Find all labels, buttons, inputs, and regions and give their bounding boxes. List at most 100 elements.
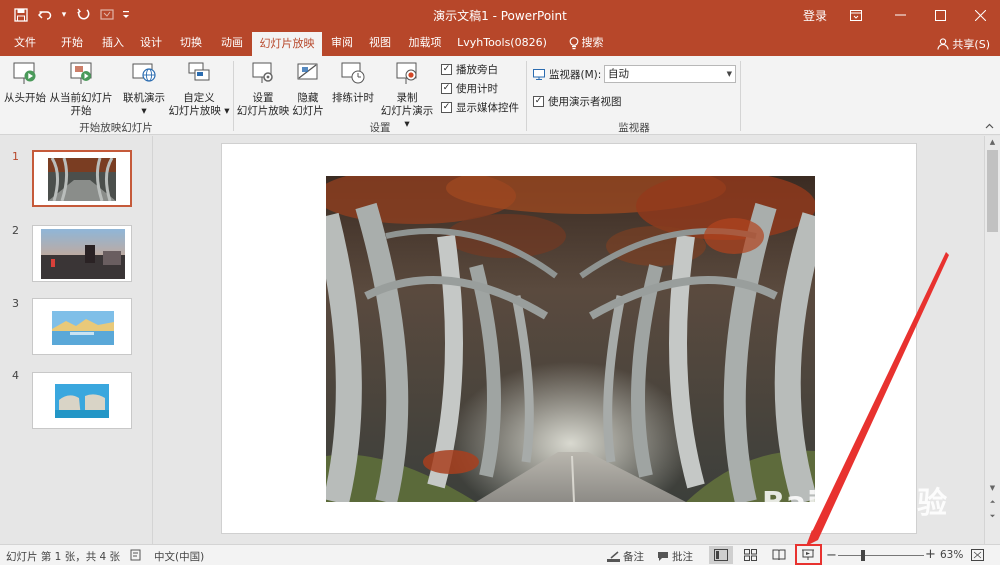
tab-animations[interactable]: 动画 [212,30,252,56]
slide-thumbnail-1[interactable] [32,150,132,207]
ribbon-separator [526,61,527,131]
from-beginning-button[interactable]: 从头开始 [2,60,48,105]
slideshow-view-icon[interactable] [796,546,820,564]
monitor-select[interactable]: 自动 ▼ [604,65,736,83]
tab-lvyhtools[interactable]: LvyhTools(0826) [452,30,552,56]
watermark-brand: Bai du 经验 [762,486,949,521]
current-slide-canvas[interactable] [221,143,917,534]
tab-review[interactable]: 审阅 [326,30,358,56]
tab-slide-show[interactable]: 幻灯片放映 [252,32,322,56]
play-narration-label: 播放旁白 [456,64,498,76]
comment-icon [658,552,668,561]
online-present-label-1: 联机演示 [123,92,165,104]
fit-to-window-icon[interactable] [971,549,984,561]
slide-thumbnail-2[interactable] [32,225,132,282]
zoom-slider-track[interactable] [838,555,924,556]
group-setup-label: 设置 [369,122,391,134]
previous-slide-icon[interactable]: ⏶ [985,498,1000,507]
spell-check-icon[interactable] [130,549,142,561]
chevron-down-icon: ▼ [726,70,732,78]
slide-number: 4 [12,369,19,382]
maximize-icon[interactable] [920,0,960,30]
checkbox-checked-icon: ✓ [441,83,452,94]
presenter-view-checkbox[interactable]: ✓ 使用演示者视图 [533,94,622,109]
notes-label: 备注 [623,551,644,563]
window-controls [832,0,1000,30]
show-media-checkbox[interactable]: ✓ 显示媒体控件 [441,100,519,115]
zoom-out-icon[interactable]: − [826,548,837,563]
normal-view-icon[interactable] [709,546,733,564]
tab-home[interactable]: 开始 [50,30,94,56]
from-current-label-1: 从当前幻灯片 [49,92,113,104]
scroll-down-icon[interactable]: ▼ [985,484,1000,492]
use-timings-checkbox[interactable]: ✓ 使用计时 [441,81,498,96]
show-media-label: 显示媒体控件 [456,102,519,114]
setup-slideshow-button[interactable]: 设置 幻灯片放映 [236,60,290,118]
vertical-scrollbar[interactable]: ▲ ▼ ⏶ ⏷ [984,136,1000,544]
from-current-button[interactable]: 从当前幻灯片 开始 [48,60,114,118]
tab-transitions[interactable]: 切换 [170,30,212,56]
hide-slide-button[interactable]: 隐藏 幻灯片 [290,60,326,118]
collapse-ribbon-icon[interactable] [985,122,994,132]
notes-button[interactable]: 备注 [607,549,644,564]
share-button[interactable]: 共享(S) [937,36,990,52]
slide-sorter-icon[interactable] [738,546,762,564]
minimize-icon[interactable] [880,0,920,30]
next-slide-icon[interactable]: ⏷ [985,512,1000,521]
login-link[interactable]: 登录 [803,7,827,24]
baidu-watermark: Bai du 经验 jingyan.baidu.com [762,478,948,531]
play-narration-checkbox[interactable]: ✓ 播放旁白 [441,62,498,77]
tab-search[interactable]: 搜索 [558,30,614,56]
slide-thumbnail-3[interactable] [32,298,132,355]
rehearse-timings-label: 排练计时 [332,92,374,104]
tab-design[interactable]: 设计 [132,30,170,56]
slideshow-current-icon [70,62,92,84]
checkbox-checked-icon: ✓ [533,96,544,107]
tab-add-ins[interactable]: 加载项 [402,30,448,56]
ribbon-separator [233,61,234,131]
slide-thumbnail-pane: 1 2 3 4 [0,136,153,544]
zoom-slider-thumb[interactable] [861,550,865,561]
setup-slideshow-label-2: 幻灯片放映 [236,105,290,117]
comments-button[interactable]: 批注 [657,549,693,564]
status-bar: 幻灯片 第 1 张，共 4 张 中文(中国) 备注 批注 − + 63% [0,544,1000,565]
ribbon-display-options-icon[interactable] [832,0,880,30]
monitor-value: 自动 [608,68,629,80]
hide-slide-label-2: 幻灯片 [292,105,324,117]
slide-thumbnail-4[interactable] [32,372,132,429]
monitor-label: 监视器(M): [549,69,602,81]
custom-slideshow-button[interactable]: 自定义 幻灯片放映 ▾ [168,60,230,118]
thumbnail-sea-arch-image [55,384,109,418]
thumbnail-city-image [41,229,125,279]
ribbon-tabs: 文件 开始 插入 设计 切换 动画 幻灯片放映 审阅 视图 加载项 LvyhTo… [0,30,1000,56]
from-beginning-label: 从头开始 [4,92,46,104]
hide-slide-icon [297,63,318,80]
title-bar: ▾ 演示文稿1 - PowerPoint 登录 [0,0,1000,30]
scroll-up-icon[interactable]: ▲ [985,138,1000,146]
from-current-label-2: 开始 [70,105,92,117]
reading-view-icon[interactable] [767,546,791,564]
online-present-label-2: ▾ [141,105,147,117]
thumbnail-forest-image [48,158,116,201]
search-label: 搜索 [581,36,604,49]
ribbon-panel: 从头开始 从当前幻灯片 开始 联机演示 ▾ 自定义 幻灯片放映 ▾ 开始放映幻灯… [0,56,1000,135]
language-indicator[interactable]: 中文(中国) [154,549,204,564]
scroll-thumb[interactable] [987,150,998,232]
thumbnail-lake-image [52,311,114,345]
setup-slideshow-label-1: 设置 [252,92,274,104]
tab-insert[interactable]: 插入 [94,30,132,56]
group-monitor-label: 监视器 [618,122,650,134]
online-present-button[interactable]: 联机演示 ▾ [118,60,170,118]
slide-number: 2 [12,224,19,237]
forest-tunnel-photo[interactable] [326,176,815,502]
close-icon[interactable] [960,0,1000,30]
setup-slideshow-icon [252,62,273,83]
rehearse-timings-button[interactable]: 排练计时 [330,60,376,105]
tab-view[interactable]: 视图 [362,30,398,56]
comments-label: 批注 [672,551,693,563]
zoom-in-icon[interactable]: + [925,547,936,562]
zoom-level[interactable]: 63% [940,549,963,561]
rehearse-clock-icon [341,62,365,84]
tab-file[interactable]: 文件 [0,30,50,56]
slideshow-play-icon [13,62,36,84]
